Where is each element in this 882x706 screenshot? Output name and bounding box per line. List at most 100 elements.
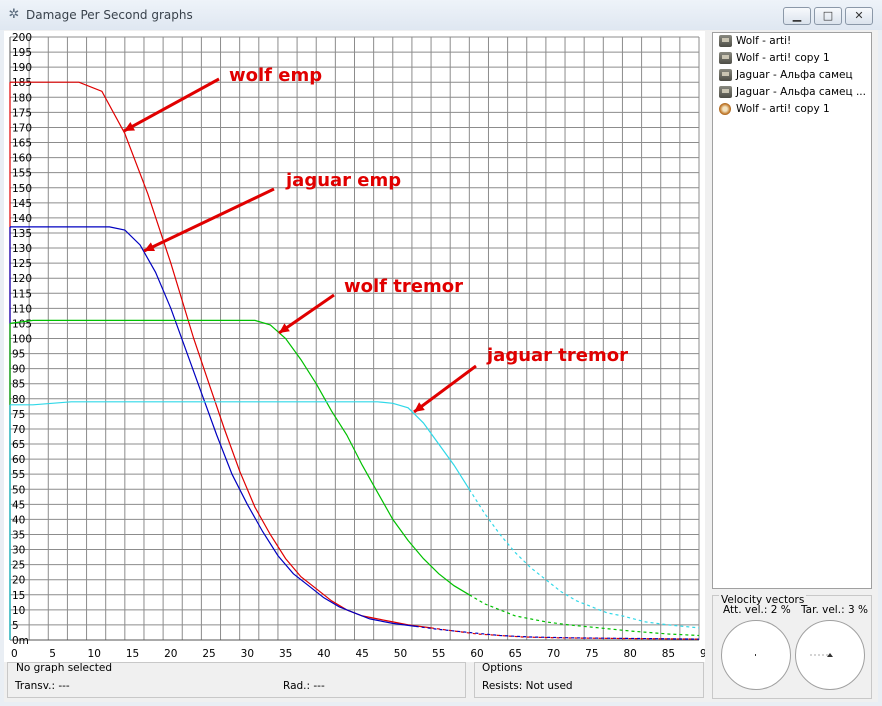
y-tick-label: 5 bbox=[12, 620, 19, 632]
fit-label: Jaguar - Альфа самец bbox=[736, 69, 853, 81]
y-tick-label: 165 bbox=[12, 138, 32, 150]
x-tick-label: 90 bbox=[700, 648, 705, 660]
y-tick-label: 35 bbox=[12, 529, 25, 541]
ship-icon bbox=[719, 86, 732, 98]
y-tick-label: 30 bbox=[12, 545, 25, 557]
y-tick-label: 175 bbox=[12, 107, 32, 119]
x-tick-label: 20 bbox=[164, 648, 177, 660]
annotation-arrow bbox=[413, 364, 477, 414]
dps-chart[interactable]: 0m51015202530354045505560657075808590951… bbox=[4, 31, 713, 662]
x-tick-label: 30 bbox=[241, 648, 254, 660]
target-velocity-vector[interactable] bbox=[795, 620, 865, 690]
x-tick-label: 40 bbox=[317, 648, 330, 660]
y-tick-label: 45 bbox=[12, 499, 25, 511]
y-tick-label: 70 bbox=[12, 424, 25, 436]
annotation-label: wolf emp bbox=[229, 65, 322, 86]
annotation-arrow bbox=[123, 77, 220, 133]
y-tick-label: 25 bbox=[12, 560, 25, 572]
y-tick-label: 105 bbox=[12, 318, 32, 330]
x-tick-label: 80 bbox=[623, 648, 636, 660]
fit-list[interactable]: Wolf - arti! Wolf - arti! copy 1 Jaguar … bbox=[712, 32, 872, 589]
x-tick-label: 85 bbox=[662, 648, 675, 660]
attacker-velocity-label: Att. vel.: 2 % bbox=[723, 604, 791, 616]
y-tick-label: 90 bbox=[12, 364, 25, 376]
annotation-label: jaguar tremor bbox=[486, 345, 628, 366]
drone-icon bbox=[719, 103, 731, 115]
selection-status: No graph selected bbox=[16, 662, 113, 674]
y-tick-label: 170 bbox=[12, 122, 32, 134]
y-tick-label: 40 bbox=[12, 514, 25, 526]
attacker-velocity-vector[interactable] bbox=[721, 620, 791, 690]
y-tick-label: 180 bbox=[12, 92, 32, 104]
x-tick-label: 5 bbox=[49, 648, 56, 660]
y-tick-label: 125 bbox=[12, 258, 32, 270]
annotation-label: jaguar emp bbox=[285, 170, 401, 191]
y-tick-label: 95 bbox=[12, 349, 25, 361]
y-tick-label: 160 bbox=[12, 153, 32, 165]
y-tick-label: 100 bbox=[12, 334, 32, 346]
fit-label: Jaguar - Альфа самец ... bbox=[736, 86, 866, 98]
x-tick-label: 45 bbox=[356, 648, 369, 660]
y-tick-label: 190 bbox=[12, 62, 32, 74]
x-tick-label: 60 bbox=[470, 648, 483, 660]
y-tick-label: 0m bbox=[12, 635, 29, 647]
resists-option[interactable]: Resists: Not used bbox=[482, 680, 573, 692]
y-tick-label: 75 bbox=[12, 409, 25, 421]
fit-label: Wolf - arti! bbox=[736, 35, 792, 47]
fit-list-item[interactable]: Wolf - arti! bbox=[713, 33, 871, 50]
close-button[interactable]: ✕ bbox=[845, 7, 873, 25]
y-tick-label: 130 bbox=[12, 243, 32, 255]
target-velocity-label: Tar. vel.: 3 % bbox=[801, 604, 868, 616]
chart-grid bbox=[9, 36, 700, 641]
y-tick-label: 80 bbox=[12, 394, 25, 406]
y-tick-label: 60 bbox=[12, 454, 25, 466]
annotation-labels: wolf emp jaguar emp wolf tremor jaguar trem… bbox=[229, 65, 628, 366]
app-icon: ✲ bbox=[8, 7, 20, 22]
y-tick-label: 185 bbox=[12, 77, 32, 89]
y-tick-label: 110 bbox=[12, 303, 32, 315]
dps-graph[interactable]: 0m 5 10 15 20 25 30 35 40 45 50 55 60 65 70 75 80 85 90 95 1… bbox=[4, 31, 713, 662]
x-tick-label: 35 bbox=[279, 648, 292, 660]
transversal-value: Transv.: --- bbox=[15, 680, 70, 692]
y-tick-label: 135 bbox=[12, 228, 32, 240]
x-tick-label: 55 bbox=[432, 648, 445, 660]
x-tick-label: 75 bbox=[585, 648, 598, 660]
annotation-arrow bbox=[278, 293, 335, 335]
ship-icon bbox=[719, 35, 732, 47]
title-bar: ✲ Damage Per Second graphs ▁ □ ✕ bbox=[0, 0, 882, 30]
y-tick-label: 155 bbox=[12, 168, 32, 180]
y-tick-label: 20 bbox=[12, 575, 25, 587]
fit-list-item[interactable]: Wolf - arti! copy 1 bbox=[713, 50, 871, 67]
y-tick-label: 50 bbox=[12, 484, 25, 496]
annotation-arrows bbox=[123, 77, 477, 414]
radial-value: Rad.: --- bbox=[283, 680, 325, 692]
minimize-button[interactable]: ▁ bbox=[783, 7, 811, 25]
y-tick-label: 150 bbox=[12, 183, 32, 195]
fit-list-item[interactable]: Jaguar - Альфа самец ... bbox=[713, 84, 871, 101]
x-tick-label: 10 bbox=[88, 648, 101, 660]
x-axis-ticks: 0 5 10 15 20 25 30 35 40 45 50 55 60 65 70 75 80 85 90 bbox=[11, 648, 713, 660]
y-tick-label: 15 bbox=[12, 590, 25, 602]
x-tick-label: 0 bbox=[11, 648, 18, 660]
y-tick-label: 195 bbox=[12, 47, 32, 59]
y-tick-label: 200 bbox=[12, 32, 32, 44]
fit-list-item[interactable]: Jaguar - Альфа самец bbox=[713, 67, 871, 84]
x-tick-label: 70 bbox=[547, 648, 560, 660]
window-title: Damage Per Second graphs bbox=[26, 8, 193, 22]
x-tick-label: 25 bbox=[202, 648, 215, 660]
y-tick-label: 115 bbox=[12, 288, 32, 300]
y-tick-label: 55 bbox=[12, 469, 25, 481]
fit-label: Wolf - arti! copy 1 bbox=[736, 52, 830, 64]
fit-label: Wolf - arti! copy 1 bbox=[736, 103, 830, 115]
y-tick-label: 85 bbox=[12, 379, 25, 391]
y-tick-label: 120 bbox=[12, 273, 32, 285]
y-tick-label: 10 bbox=[12, 605, 25, 617]
fit-list-item[interactable]: Wolf - arti! copy 1 bbox=[713, 101, 871, 118]
y-tick-label: 145 bbox=[12, 198, 32, 210]
ship-icon bbox=[719, 52, 732, 64]
maximize-button[interactable]: □ bbox=[814, 7, 842, 25]
x-tick-label: 50 bbox=[394, 648, 407, 660]
x-tick-label: 15 bbox=[126, 648, 139, 660]
x-tick-label: 65 bbox=[509, 648, 522, 660]
annotation-label: wolf tremor bbox=[344, 276, 463, 297]
